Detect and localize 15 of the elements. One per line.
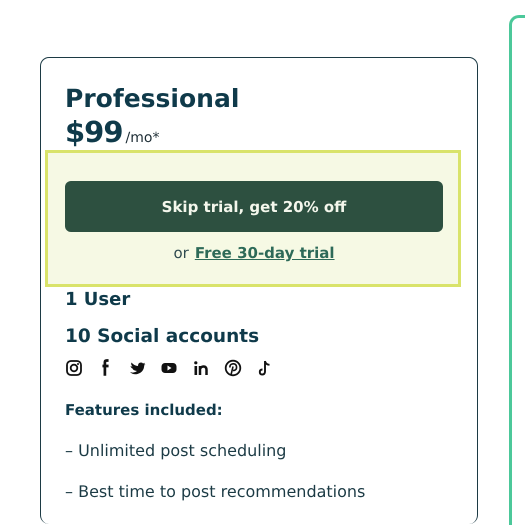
f-logo-icon: [101, 359, 110, 377]
in-logo-icon: [192, 359, 210, 377]
plan-price: $99: [65, 116, 123, 148]
feature-item: – Unlimited post scheduling: [65, 441, 286, 460]
skip-trial-button[interactable]: Skip trial, get 20% off: [65, 181, 443, 232]
features-heading: Features included:: [65, 401, 223, 419]
or-text: or: [173, 244, 189, 262]
free-trial-link[interactable]: Free 30-day trial: [194, 244, 335, 262]
account-count: 10 Social accounts: [65, 326, 260, 347]
pin-logo-icon: [224, 359, 242, 377]
feature-item: – Best time to post recommendations: [65, 482, 366, 501]
user-count: 1 User: [65, 289, 130, 310]
plan-title: Professional: [65, 84, 240, 114]
camera-icon: [65, 359, 83, 377]
price-period: /mo*: [126, 130, 160, 146]
